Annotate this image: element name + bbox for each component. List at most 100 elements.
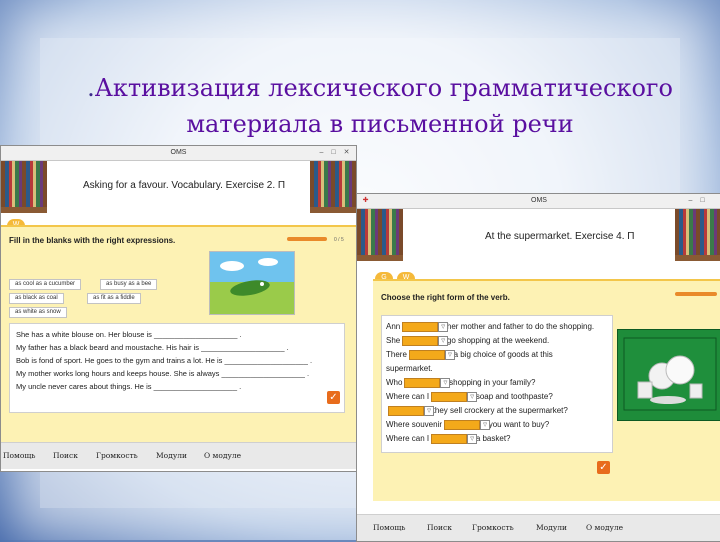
row-text: There [386,350,407,360]
row-text: soap and toothpaste? [475,392,553,402]
exercise-panel: Fill in the blanks with the right expres… [1,225,356,442]
menu-search[interactable]: Поиск [427,523,452,532]
verb-dropdown[interactable]: ▽ [444,420,491,430]
close-icon[interactable]: ✕ [342,148,351,157]
row-text: Where souvenir [386,420,443,430]
check-button[interactable]: ✓ [597,461,610,474]
row-text: her mother and father to do the shopping… [446,322,595,332]
bookshelf-image [357,209,403,261]
row-text: Where can I [386,392,430,402]
chevron-down-icon[interactable]: ▽ [444,350,455,360]
bookshelf-image [310,161,356,213]
maximize-icon[interactable]: □ [329,148,338,157]
row-text: you want to buy? [488,420,550,430]
menu-volume[interactable]: Громкость [96,451,138,460]
verb-dropdown[interactable]: ▽ [408,350,455,360]
tab-bar: GW [375,266,419,284]
check-button[interactable]: ✓ [327,391,340,404]
chevron-down-icon[interactable]: ▽ [438,336,449,346]
exercise-panel: Choose the right form of the verb. Ann ▽ … [373,279,720,501]
sentence-box: Ann ▽ her mother and father to do the sho… [381,315,613,453]
title-prefix: . [87,74,95,102]
exercise-window-1: OMS – □ ✕ Asking for a favour. Vocabular… [0,145,357,472]
instruction-text: Choose the right form of the verb. [381,293,510,302]
chevron-down-icon[interactable]: ▽ [467,434,478,444]
sentence-2[interactable]: My father has a black beard and moustach… [16,343,289,352]
sentence-row: She ▽ go shopping at the weekend. [386,336,549,346]
row-text: a big choice of goods at this [453,350,553,360]
maximize-icon[interactable]: □ [698,196,707,205]
sentence-row: Where souvenir ▽ you want to buy? [386,420,549,430]
progress-counter: 0 / 5 [334,237,344,243]
row-text: they sell crockery at the supermarket? [432,406,568,416]
menu-about[interactable]: О модуле [586,523,623,532]
exercise-title: Asking for a favour. Vocabulary. Exercis… [83,180,286,191]
menu-modules[interactable]: Модули [156,451,187,460]
exercise-window-2: ✚ OMS – □ At the supermarket. Exercise 4… [356,193,720,542]
menu-about[interactable]: О модуле [204,451,241,460]
answer-chip[interactable]: as busy as a bee [100,279,158,290]
sentence-row: supermarket. [386,364,433,373]
verb-dropdown[interactable]: ▽ [402,322,449,332]
menu-help[interactable]: Помощь [3,451,35,460]
bottom-menu: Помощь Поиск Громкость Модули О модуле [357,514,720,541]
window-2-titlebar: ✚ OMS – □ [357,194,720,209]
minimize-icon[interactable]: – [686,196,695,205]
sentence-4[interactable]: My mother works long hours and keeps hou… [16,369,309,378]
row-text: Who [386,378,403,388]
chevron-down-icon[interactable]: ▽ [438,322,449,332]
verb-dropdown[interactable]: ▽ [431,434,478,444]
sentence-3[interactable]: Bob is fond of sport. He goes to the gym… [16,356,312,365]
row-text: Where can I [386,434,430,444]
menu-help[interactable]: Помощь [373,523,405,532]
verb-dropdown[interactable]: ▽ [431,392,478,402]
window-1-title: OMS [170,149,187,156]
answer-chip[interactable]: as cool as a cucumber [9,279,82,290]
bookshelf-image [675,209,720,261]
window-2-header: At the supermarket. Exercise 4. П [357,209,720,265]
title-line-2: материала в письменной речи [186,110,574,138]
window-2-title: OMS [531,197,547,204]
sentence-5[interactable]: My uncle never cares about things. He is… [16,382,241,391]
sentence-row: Who ▽ shopping in your family? [386,378,535,388]
answer-chip[interactable]: as fit as a fiddle [87,293,141,304]
minimize-icon[interactable]: – [317,148,326,157]
sentence-row: Where can I ▽ soap and toothpaste? [386,392,553,402]
crockery-picture [617,329,720,421]
window-1-header: Asking for a favour. Vocabulary. Exercis… [1,161,356,213]
bottom-menu: Помощь Поиск Громкость Модули О модуле [1,442,356,469]
chevron-down-icon[interactable]: ▽ [480,420,491,430]
title-line-1: Активизация лексического грамматического [94,74,673,102]
sentence-1[interactable]: She has a white blouse on. Her blouse is… [16,330,242,339]
row-text: Ann [386,322,401,332]
menu-search[interactable]: Поиск [53,451,78,460]
verb-dropdown[interactable]: ▽ [402,336,449,346]
sentence-box: She has a white blouse on. Her blouse is… [9,323,345,413]
cucumber-picture [209,251,295,315]
app-icon: ✚ [362,197,369,204]
answer-chip[interactable]: as white as snow [9,307,67,318]
chevron-down-icon[interactable]: ▽ [467,392,478,402]
row-text: supermarket. [386,364,433,373]
menu-volume[interactable]: Громкость [472,523,514,532]
progress-bar [287,237,327,241]
answer-chip[interactable]: as black as coal [9,293,64,304]
row-text: go shopping at the weekend. [446,336,550,346]
chevron-down-icon[interactable]: ▽ [424,406,434,416]
row-text: shopping in your family? [449,378,536,388]
cucumber-icon [210,252,294,314]
slide-title: .Активизация лексического грамматическог… [80,70,680,142]
verb-dropdown[interactable]: ▽ [404,378,451,388]
sentence-row: There ▽ a big choice of goods at this [386,350,553,360]
menu-modules[interactable]: Модули [536,523,567,532]
sentence-row: Where can I ▽ a basket? [386,434,511,444]
row-text: She [386,336,401,346]
exercise-title: At the supermarket. Exercise 4. П [485,231,635,242]
instruction-text: Fill in the blanks with the right expres… [9,236,176,245]
progress-bar [675,292,717,296]
verb-dropdown[interactable]: ▽ [388,406,434,416]
row-text: a basket? [475,434,511,444]
sentence-row: ▽ they sell crockery at the supermarket? [386,406,568,416]
chevron-down-icon[interactable]: ▽ [440,378,451,388]
window-1-titlebar: OMS – □ ✕ [1,146,356,161]
